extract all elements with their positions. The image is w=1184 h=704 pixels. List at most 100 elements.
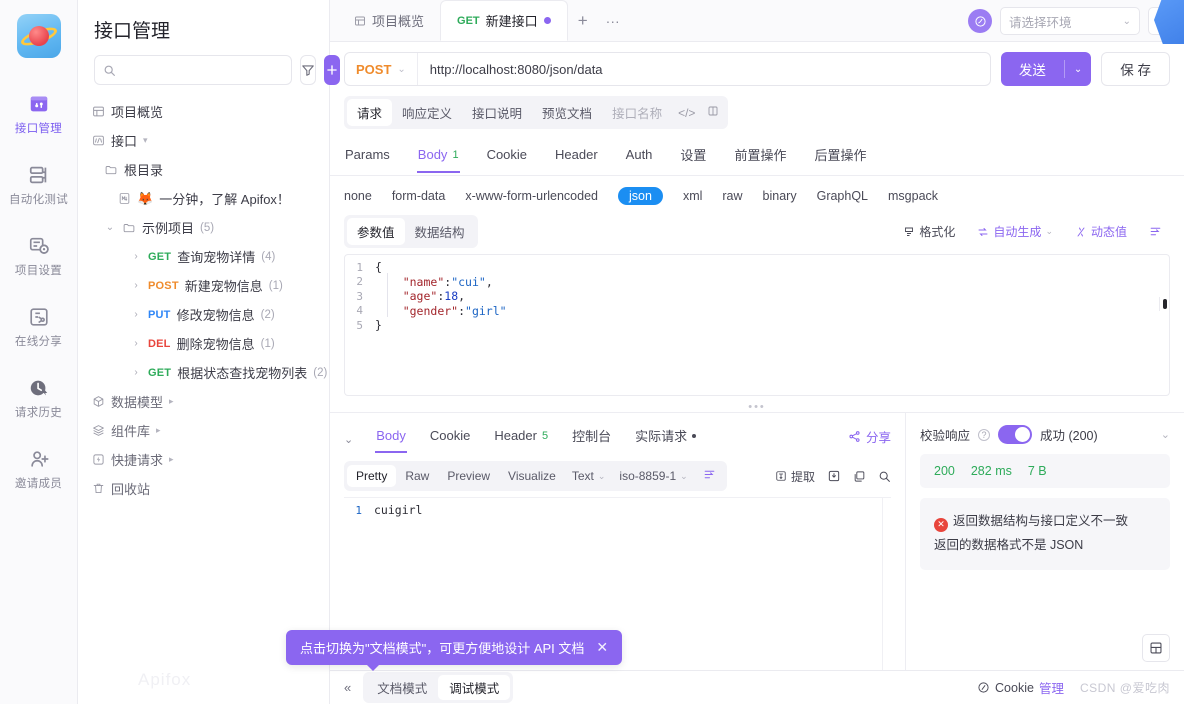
json-body-editor[interactable]: 1 { 2 "name":"cui", 3 "age":18, 4 "gende… xyxy=(344,254,1170,396)
search-input[interactable] xyxy=(122,63,283,77)
tree-item-create-pet-info[interactable]: › POST 新建宠物信息 (1) xyxy=(78,271,329,300)
tree-item-component-library[interactable]: 组件库 ▸ xyxy=(78,416,329,445)
new-tab-button[interactable]: + xyxy=(568,0,598,41)
doc-tab-api-desc[interactable]: 接口说明 xyxy=(462,99,532,126)
mode-debug[interactable]: 调试模式 xyxy=(438,675,511,700)
share-button[interactable]: 分享 xyxy=(848,427,891,452)
body-type-raw[interactable]: raw xyxy=(722,189,742,203)
response-view-pretty[interactable]: Pretty xyxy=(347,465,397,487)
body-type-form-data[interactable]: form-data xyxy=(392,189,446,203)
chevron-right-icon[interactable]: ▸ xyxy=(156,425,166,436)
copy-response-button[interactable] xyxy=(853,470,866,483)
body-type-none[interactable]: none xyxy=(344,189,372,203)
wrap-lines-button[interactable] xyxy=(1141,221,1170,242)
response-tab-console[interactable]: 控制台 xyxy=(571,423,612,455)
extract-button[interactable]: 提取 xyxy=(775,468,815,485)
filter-button[interactable] xyxy=(300,55,316,85)
chevron-right-icon[interactable]: ▸ xyxy=(169,454,179,465)
auto-generate-button[interactable]: 自动生成 ⌄ xyxy=(969,219,1061,244)
request-tab-post-script[interactable]: 后置操作 xyxy=(813,139,867,175)
save-button[interactable]: 保 存 xyxy=(1101,52,1170,86)
chevron-down-icon[interactable]: ⌄ xyxy=(1065,64,1091,75)
collapse-response-icon[interactable]: ⌄ xyxy=(344,433,353,446)
tree-item-trash[interactable]: 回收站 xyxy=(78,474,329,503)
doc-tab-preview-doc[interactable]: 预览文档 xyxy=(532,99,602,126)
tab-more-button[interactable]: ··· xyxy=(598,0,628,41)
url-input[interactable] xyxy=(417,61,990,77)
request-tab-params[interactable]: Params xyxy=(344,141,391,173)
tree-item-update-pet-info[interactable]: › PUT 修改宠物信息 (2) xyxy=(78,300,329,329)
editor-tab-param-value[interactable]: 参数值 xyxy=(347,218,405,245)
body-type-xml[interactable]: xml xyxy=(683,189,702,203)
response-view-preview[interactable]: Preview xyxy=(438,465,499,487)
request-tab-cookie[interactable]: Cookie xyxy=(486,141,528,173)
response-tab-actual-request[interactable]: 实际请求 xyxy=(634,423,697,455)
chevron-right-icon[interactable]: › xyxy=(130,251,142,262)
tree-item-query-pet-detail[interactable]: › GET 查询宠物详情 (4) xyxy=(78,242,329,271)
tree-item-api[interactable]: 接口 ▾ xyxy=(78,126,329,155)
tree-item-sample-project[interactable]: ⌄ 示例项目 (5) xyxy=(78,213,329,242)
verify-toggle[interactable] xyxy=(998,425,1033,444)
request-tab-header[interactable]: Header xyxy=(554,141,599,173)
code-icon[interactable]: </> xyxy=(672,102,701,124)
chevron-down-icon[interactable]: ▾ xyxy=(143,135,153,146)
tab-project-overview[interactable]: 项目概览 xyxy=(338,0,440,41)
method-select[interactable]: POST ⌄ xyxy=(345,53,418,85)
copy-icon[interactable] xyxy=(701,101,725,124)
mode-doc[interactable]: 文档模式 xyxy=(366,675,438,700)
search-box[interactable] xyxy=(94,55,292,85)
rail-item-api-manage[interactable]: 接口管理 xyxy=(0,84,78,145)
editor-tab-data-structure[interactable]: 数据结构 xyxy=(405,218,475,245)
response-view-visualize[interactable]: Visualize xyxy=(499,465,565,487)
doc-tab-response-def[interactable]: 响应定义 xyxy=(392,99,462,126)
request-tab-pre-script[interactable]: 前置操作 xyxy=(733,139,787,175)
tree-item-apifox-intro-doc[interactable]: 🦊 一分钟，了解 Apifox！ xyxy=(78,184,329,213)
request-tab-body[interactable]: Body 1 xyxy=(416,141,460,173)
request-tab-settings[interactable]: 设置 xyxy=(679,139,707,175)
send-button[interactable]: 发送 ⌄ xyxy=(1000,52,1092,86)
chevron-down-icon[interactable]: ⌄ xyxy=(104,222,116,233)
body-type-msgpack[interactable]: msgpack xyxy=(888,189,938,203)
format-button[interactable]: 格式化 xyxy=(895,219,963,244)
tab-new-api[interactable]: GET 新建接口 xyxy=(440,0,568,41)
chevron-right-icon[interactable]: › xyxy=(130,309,142,320)
rail-item-automation-test[interactable]: 自动化测试 xyxy=(0,155,78,216)
cookie-manage-link[interactable]: 管理 xyxy=(1039,678,1064,697)
environment-button[interactable] xyxy=(968,9,992,33)
tree-item-quick-request[interactable]: 快捷请求 ▸ xyxy=(78,445,329,474)
tree-item-data-model[interactable]: 数据模型 ▸ xyxy=(78,387,329,416)
close-icon[interactable]: ✕ xyxy=(596,639,608,656)
dynamic-value-button[interactable]: 动态值 xyxy=(1067,219,1135,244)
chevron-right-icon[interactable]: › xyxy=(130,338,142,349)
rail-item-online-share[interactable]: 在线分享 xyxy=(0,297,78,358)
tree-item-project-overview[interactable]: 项目概览 xyxy=(78,97,329,126)
layout-toggle-button[interactable] xyxy=(1142,634,1170,662)
editor-scrollbar-thumb[interactable] xyxy=(1163,299,1167,309)
response-tab-cookie[interactable]: Cookie xyxy=(429,425,471,453)
add-api-button[interactable] xyxy=(324,55,340,85)
download-button[interactable] xyxy=(827,469,841,483)
cookie-manager-button[interactable]: Cookie 管理 xyxy=(977,678,1064,697)
request-tab-auth[interactable]: Auth xyxy=(625,141,654,173)
response-format-select[interactable]: Text ⌄ xyxy=(565,465,613,487)
tree-item-delete-pet-info[interactable]: › DEL 删除宠物信息 (1) xyxy=(78,329,329,358)
tree-item-root-folder[interactable]: 根目录 xyxy=(78,155,329,184)
response-charset-select[interactable]: iso-8859-1 ⌄ xyxy=(612,465,694,487)
body-type-graphql[interactable]: GraphQL xyxy=(817,189,868,203)
response-scrollbar[interactable] xyxy=(882,498,891,670)
tree-item-find-pets-by-status[interactable]: › GET 根据状态查找宠物列表 (2) xyxy=(78,358,329,387)
rail-item-project-settings[interactable]: 项目设置 xyxy=(0,226,78,287)
chevron-right-icon[interactable]: ▸ xyxy=(169,396,179,407)
panel-resize-handle[interactable]: ••• xyxy=(330,401,1184,413)
collapse-left-icon[interactable]: « xyxy=(344,680,351,695)
response-view-raw[interactable]: Raw xyxy=(396,465,438,487)
chevron-down-icon[interactable]: ⌄ xyxy=(1161,428,1170,441)
body-type-binary[interactable]: binary xyxy=(763,189,797,203)
environment-select[interactable]: 请选择环境 ⌄ xyxy=(1000,7,1140,35)
search-response-button[interactable] xyxy=(878,470,891,483)
chevron-right-icon[interactable]: › xyxy=(130,367,142,378)
body-type-urlencoded[interactable]: x-www-form-urlencoded xyxy=(465,189,598,203)
response-tab-body[interactable]: Body xyxy=(375,425,407,453)
response-wrap-lines-button[interactable] xyxy=(695,464,724,488)
help-icon[interactable]: ? xyxy=(978,428,991,441)
